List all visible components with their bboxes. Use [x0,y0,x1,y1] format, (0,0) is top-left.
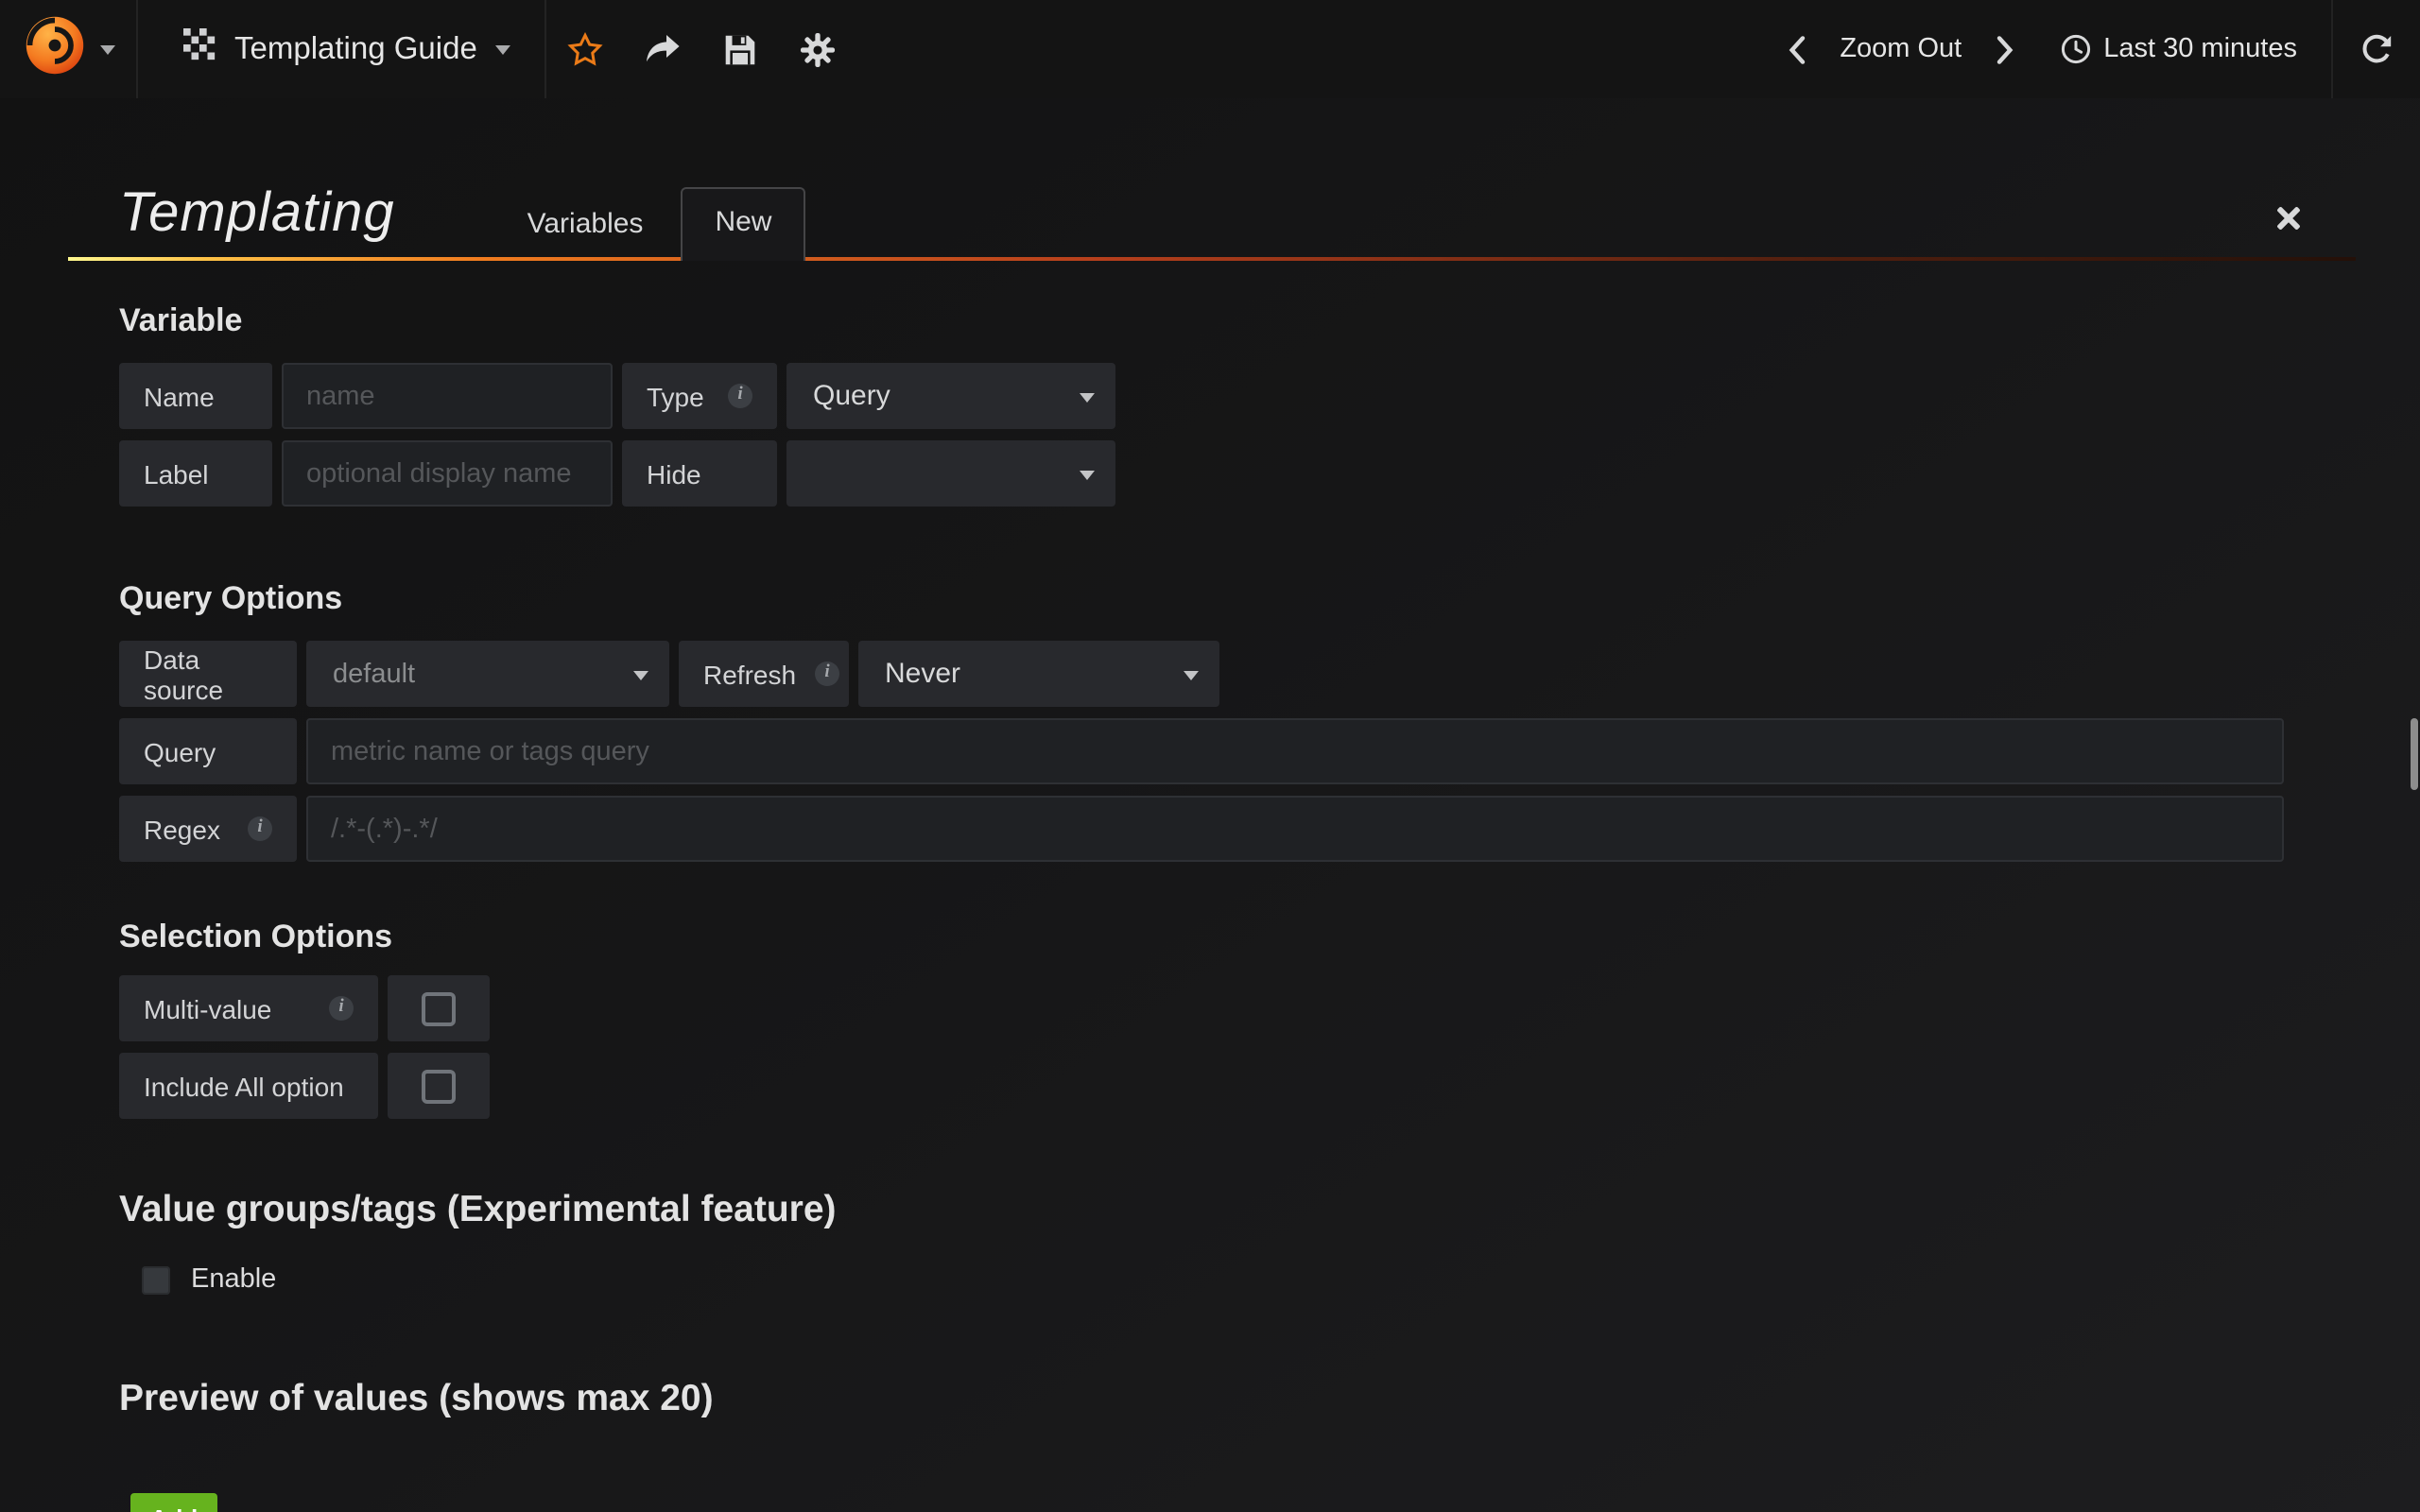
tab-new[interactable]: New [681,187,805,261]
label-label: Label [119,440,272,507]
enable-label: Enable [191,1264,276,1295]
share-icon [646,33,682,65]
datasource-select-value: default [333,659,415,689]
time-range-picker[interactable]: Last 30 minutes [2037,0,2331,98]
datasource-select[interactable]: default [306,641,669,707]
query-label: Query [119,718,297,784]
grafana-logo-menu[interactable] [0,0,136,98]
refresh-dashboard-button[interactable] [2333,0,2420,98]
include-all-checkbox[interactable] [422,1069,456,1103]
info-icon[interactable] [329,996,354,1021]
type-select-value: Query [813,380,890,412]
variable-name-row: Name Type Query [119,363,2356,429]
grafana-logo-icon [22,12,86,86]
refresh-label-text: Refresh [703,659,796,689]
type-label-text: Type [647,381,704,411]
regex-row: Regex [119,796,2356,862]
selection-options-heading: Selection Options [119,919,2356,956]
value-groups-heading: Value groups/tags (Experimental feature) [119,1189,2356,1232]
refresh-select-value: Never [885,658,960,690]
type-select[interactable]: Query [786,363,1115,429]
navbar-right-controls: Zoom Out Last 30 minutes [1764,0,2420,98]
dashboard-title-menu[interactable]: Templating Guide [138,0,545,98]
caret-down-icon [99,44,114,54]
multi-value-checkbox[interactable] [422,991,456,1025]
refresh-icon [2360,33,2394,65]
datasource-label: Data source [119,641,297,707]
gear-icon [801,31,837,67]
zoom-out-label: Zoom Out [1840,34,1962,64]
templating-editor: Templating Variables New Variable Name T… [68,174,2356,1512]
refresh-label: Refresh [679,641,849,707]
select-caret-icon [633,670,648,679]
query-row: Query [119,718,2356,784]
type-label: Type [622,363,777,429]
editor-body: Variable Name Type Query Label Hide [68,261,2356,1512]
select-caret-icon [1080,470,1095,479]
tab-variables[interactable]: Variables [490,191,682,257]
dashboard-title: Templating Guide [234,31,477,67]
save-dashboard-button[interactable] [702,0,780,98]
time-shift-forward-button[interactable] [1973,0,2037,98]
info-icon[interactable] [728,384,752,408]
datasource-row: Data source default Refresh Never [119,641,2356,707]
select-caret-icon [1080,392,1095,402]
caret-down-icon [496,44,511,54]
regex-label: Regex [119,796,297,862]
time-shift-back-button[interactable] [1764,0,1828,98]
time-range-label: Last 30 minutes [2103,34,2297,64]
dashboard-settings-button[interactable] [780,0,857,98]
regex-input[interactable] [306,796,2284,862]
select-caret-icon [1184,670,1199,679]
add-button[interactable]: Add [130,1493,217,1512]
name-label: Name [119,363,272,429]
query-options-heading: Query Options [119,580,2356,618]
multi-value-checkbox-container[interactable] [388,975,490,1041]
query-input[interactable] [306,718,2284,784]
label-input[interactable] [282,440,613,507]
variable-label-row: Label Hide [119,440,2356,507]
info-icon[interactable] [815,662,839,686]
multi-value-row: Multi-value [119,975,2356,1041]
editor-header: Templating Variables New [68,174,2356,257]
include-all-row: Include All option [119,1053,2356,1119]
star-dashboard-button[interactable] [547,0,625,98]
include-all-checkbox-container[interactable] [388,1053,490,1119]
chevron-right-icon [1996,35,2014,63]
enable-row: Enable [119,1263,2356,1297]
editor-tabs: Variables New [490,187,806,257]
scrollbar-thumb[interactable] [2411,718,2418,790]
include-all-label: Include All option [119,1053,378,1119]
multi-value-label-text: Multi-value [144,993,271,1023]
regex-label-text: Regex [144,814,220,844]
dashboard-grid-icon [183,28,216,70]
hide-label: Hide [622,440,777,507]
chevron-left-icon [1788,35,1805,63]
preview-heading: Preview of values (shows max 20) [119,1378,2356,1421]
top-navbar: Templating Guide [0,0,2420,98]
star-icon [568,32,604,66]
save-icon [725,33,757,65]
variable-section-heading: Variable [119,302,2356,340]
page-title: Templating [68,183,395,257]
hide-select[interactable] [786,440,1115,507]
enable-checkbox[interactable] [142,1265,170,1294]
info-icon[interactable] [248,816,272,841]
refresh-select[interactable]: Never [858,641,1219,707]
multi-value-label: Multi-value [119,975,378,1041]
name-input[interactable] [282,363,613,429]
clock-icon [2060,34,2090,64]
zoom-out-button[interactable]: Zoom Out [1828,0,1973,98]
close-icon[interactable] [2274,204,2303,232]
grafana-app: Templating Guide [0,0,2420,1512]
share-dashboard-button[interactable] [625,0,702,98]
